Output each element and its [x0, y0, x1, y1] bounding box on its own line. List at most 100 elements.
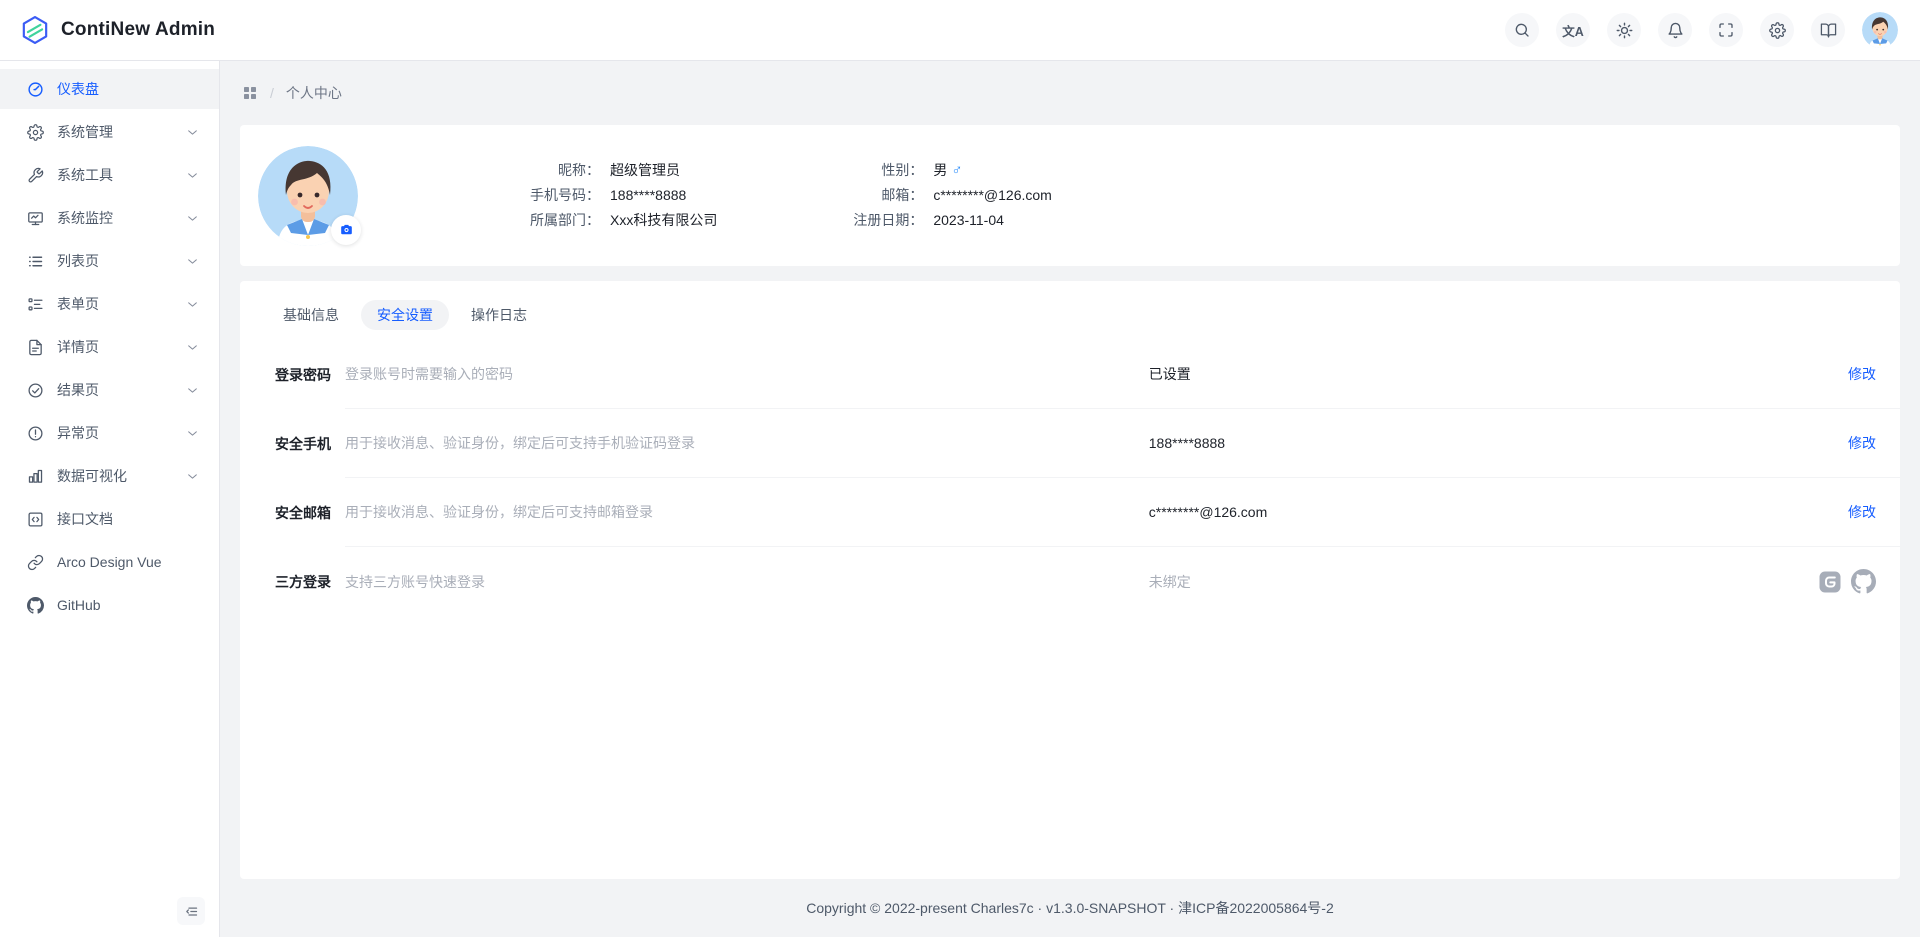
bar-chart-icon [26, 467, 44, 485]
book-icon [1820, 22, 1837, 39]
profile-field-register-date: 注册日期： 2023-11-04 [839, 211, 1052, 230]
sidebar-item-dashboard[interactable]: 仪表盘 [0, 69, 219, 109]
sidebar-item-system-monitor[interactable]: 系统监控 [0, 198, 219, 238]
male-icon: ♂ [951, 161, 962, 180]
translate-button[interactable]: 文A [1556, 13, 1590, 47]
field-label: 手机号码： [508, 186, 600, 205]
sidebar-item-system-tools[interactable]: 系统工具 [0, 155, 219, 195]
tab-basic-info[interactable]: 基础信息 [267, 300, 355, 330]
profile-field-email: 邮箱： c********@126.com [839, 186, 1052, 205]
collapse-sidebar-button[interactable] [177, 897, 205, 925]
warning-circle-icon [26, 424, 44, 442]
sidebar-item-github[interactable]: GitHub [0, 585, 219, 625]
tab-operation-log[interactable]: 操作日志 [455, 300, 543, 330]
gear-icon [1769, 22, 1786, 39]
breadcrumb: / 个人中心 [220, 61, 1920, 125]
list-icon [26, 252, 44, 270]
copyright-text: Copyright © 2022-present Charles7c · v1.… [806, 898, 1334, 918]
sidebar-item-result-pages[interactable]: 结果页 [0, 370, 219, 410]
profile-field-gender: 性别： 男 ♂ [839, 161, 1052, 180]
field-value: Xxx科技有限公司 [610, 211, 717, 230]
sidebar-item-detail-pages[interactable]: 详情页 [0, 327, 219, 367]
tab-bar: 基础信息 安全设置 操作日志 [240, 281, 1900, 340]
row-label: 三方登录 [275, 547, 345, 616]
row-label: 安全手机 [275, 409, 345, 478]
security-row-password: 登录密码 登录账号时需要输入的密码 已设置 修改 [275, 340, 1900, 409]
field-label: 性别： [839, 161, 923, 180]
menu-fold-icon [184, 904, 199, 919]
fullscreen-button[interactable] [1709, 13, 1743, 47]
github-icon[interactable] [1851, 569, 1876, 594]
dashboard-icon [26, 80, 44, 98]
modify-password-link[interactable]: 修改 [1848, 364, 1876, 384]
breadcrumb-separator: / [270, 85, 274, 101]
breadcrumb-current: 个人中心 [286, 83, 342, 103]
sidebar-item-label: 系统工具 [57, 165, 113, 185]
app-logo-icon [20, 15, 50, 45]
brand[interactable]: ContiNew Admin [20, 15, 215, 45]
row-label: 登录密码 [275, 340, 345, 409]
profile-field-phone: 手机号码： 188****8888 [508, 186, 717, 205]
fullscreen-icon [1718, 22, 1734, 38]
sidebar-item-exception-pages[interactable]: 异常页 [0, 413, 219, 453]
row-description: 登录账号时需要输入的密码 [345, 364, 1149, 384]
security-row-third-party: 三方登录 支持三方账号快速登录 未绑定 [275, 547, 1900, 616]
profile-avatar [258, 146, 358, 246]
gitee-icon[interactable] [1818, 570, 1842, 594]
chevron-down-icon [186, 126, 199, 139]
sidebar-item-label: 异常页 [57, 423, 99, 443]
file-icon [26, 338, 44, 356]
sidebar-item-label: 列表页 [57, 251, 99, 271]
sidebar-item-system-management[interactable]: 系统管理 [0, 112, 219, 152]
row-description: 用于接收消息、验证身份，绑定后可支持邮箱登录 [345, 502, 1149, 522]
sidebar-item-label: 仪表盘 [57, 79, 99, 99]
theme-button[interactable] [1607, 13, 1641, 47]
app-title: ContiNew Admin [61, 19, 215, 41]
sidebar-item-list-pages[interactable]: 列表页 [0, 241, 219, 281]
field-label: 所属部门： [508, 211, 600, 230]
third-party-providers [1818, 569, 1876, 594]
profile-field-nickname: 昵称： 超级管理员 [508, 161, 717, 180]
chevron-down-icon [186, 169, 199, 182]
change-avatar-button[interactable] [331, 215, 361, 245]
profile-fields-left: 昵称： 超级管理员 手机号码： 188****8888 所属部门： Xxx科技有… [508, 161, 717, 230]
sidebar-item-label: 系统管理 [57, 122, 113, 142]
sidebar-item-arco-design-vue[interactable]: Arco Design Vue [0, 542, 219, 582]
security-row-email: 安全邮箱 用于接收消息、验证身份，绑定后可支持邮箱登录 c********@12… [275, 478, 1900, 547]
user-avatar-icon [1862, 12, 1898, 48]
row-description: 支持三方账号快速登录 [345, 572, 1149, 592]
modify-email-link[interactable]: 修改 [1848, 502, 1876, 522]
chevron-down-icon [186, 298, 199, 311]
settings-button[interactable] [1760, 13, 1794, 47]
profile-detail-card: 基础信息 安全设置 操作日志 登录密码 登录账号时需要输入的密码 已设置 修改 [240, 281, 1900, 879]
sidebar-item-data-visualization[interactable]: 数据可视化 [0, 456, 219, 496]
chevron-down-icon [186, 255, 199, 268]
modify-phone-link[interactable]: 修改 [1848, 433, 1876, 453]
link-icon [26, 553, 44, 571]
code-icon [26, 510, 44, 528]
sidebar-item-label: 数据可视化 [57, 466, 127, 486]
search-button[interactable] [1505, 13, 1539, 47]
notifications-button[interactable] [1658, 13, 1692, 47]
chevron-down-icon [186, 341, 199, 354]
form-icon [26, 295, 44, 313]
page-footer: Copyright © 2022-present Charles7c · v1.… [220, 879, 1920, 937]
chevron-down-icon [186, 470, 199, 483]
docs-button[interactable] [1811, 13, 1845, 47]
sidebar-item-api-docs[interactable]: 接口文档 [0, 499, 219, 539]
sun-icon [1616, 22, 1633, 39]
translate-icon: 文A [1562, 21, 1584, 40]
field-value: 188****8888 [610, 186, 686, 205]
monitor-icon [26, 209, 44, 227]
security-row-phone: 安全手机 用于接收消息、验证身份，绑定后可支持手机验证码登录 188****88… [275, 409, 1900, 478]
sidebar-item-label: Arco Design Vue [57, 554, 162, 570]
tab-security-settings[interactable]: 安全设置 [361, 300, 449, 330]
field-value: 2023-11-04 [933, 211, 1004, 230]
chevron-down-icon [186, 212, 199, 225]
main-content: / 个人中心 昵称： 超级管理员 手机号码： [220, 61, 1920, 937]
row-value: 188****8888 [1149, 435, 1225, 451]
sidebar-item-label: 接口文档 [57, 509, 113, 529]
apps-grid-icon[interactable] [242, 85, 258, 101]
sidebar-item-form-pages[interactable]: 表单页 [0, 284, 219, 324]
user-avatar[interactable] [1862, 12, 1898, 48]
